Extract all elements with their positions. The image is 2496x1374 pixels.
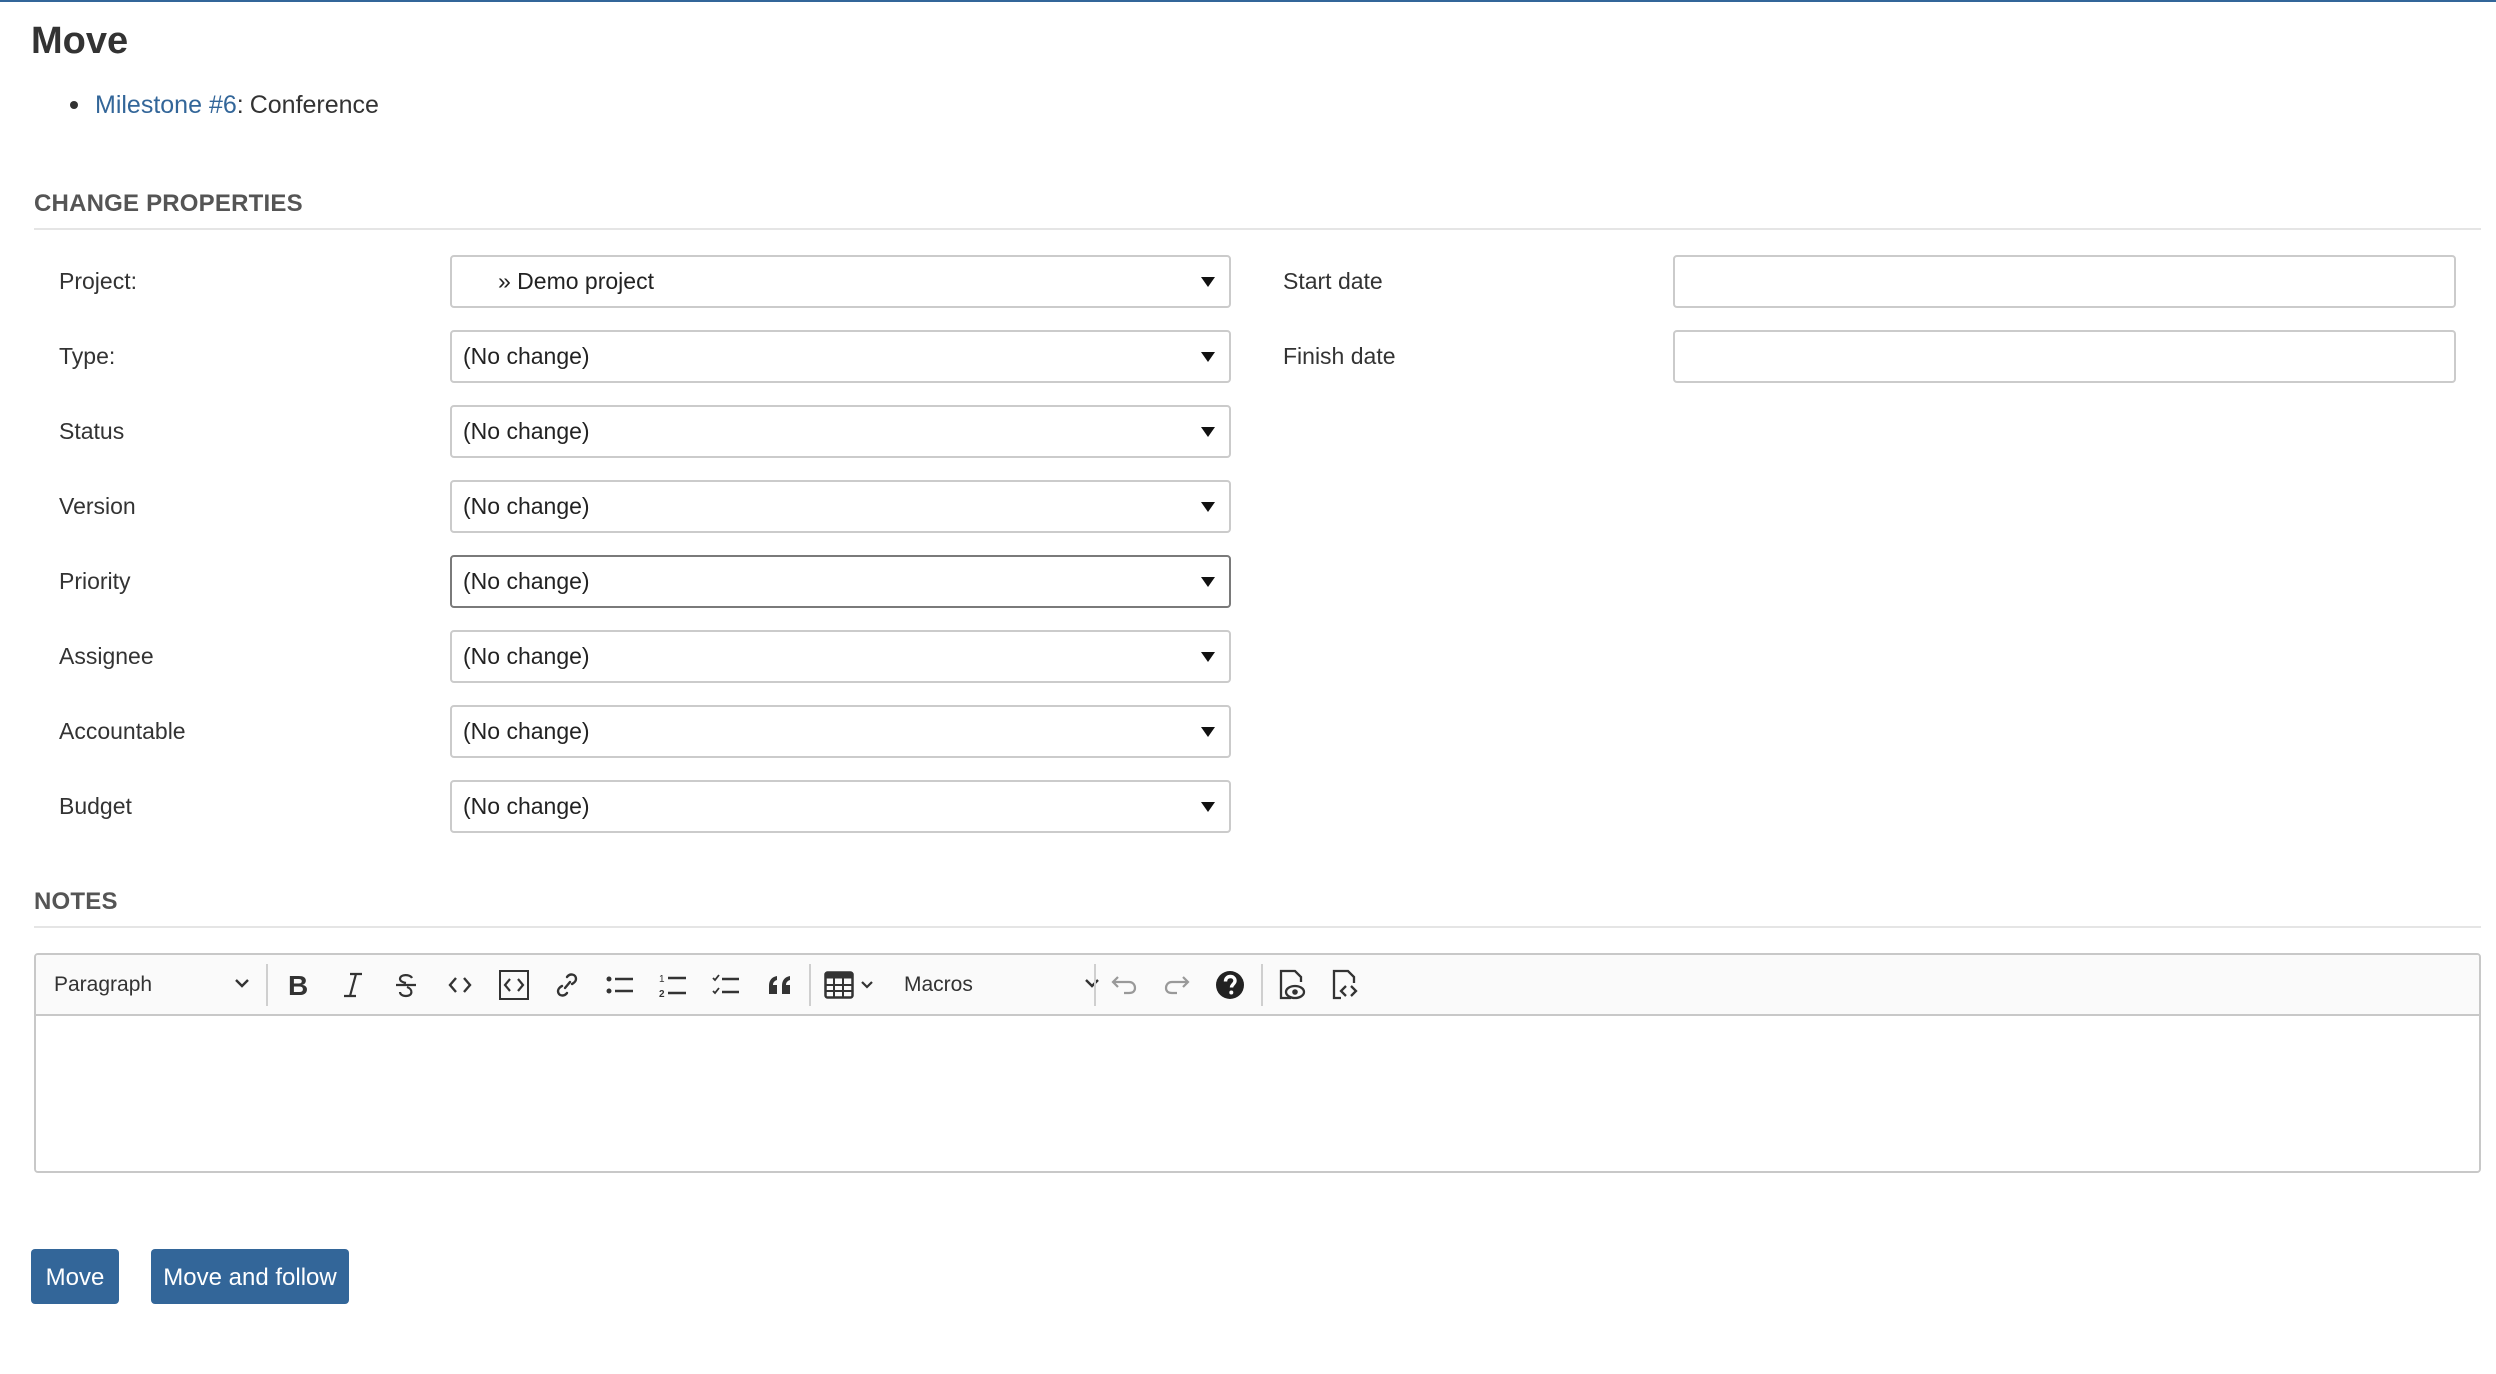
section-divider	[34, 926, 2481, 928]
version-select[interactable]: (No change)	[450, 480, 1231, 533]
bold-button[interactable]: B	[276, 955, 322, 1014]
numbered-list-icon: 12	[659, 974, 686, 998]
accountable-label: Accountable	[59, 718, 186, 744]
undo-icon	[1111, 975, 1137, 994]
macros-dropdown[interactable]: Macros	[904, 955, 1104, 1014]
accountable-select[interactable]: (No change)	[450, 705, 1231, 758]
insert-table-button[interactable]	[816, 955, 882, 1014]
notes-editor-body[interactable]	[36, 1016, 2479, 1171]
status-select-value: (No change)	[463, 418, 590, 444]
assignee-label: Assignee	[59, 643, 154, 669]
source-code-icon	[1332, 969, 1358, 999]
chevron-down-icon	[861, 980, 873, 989]
assignee-select-value: (No change)	[463, 643, 590, 669]
caret-down-icon	[1201, 352, 1215, 362]
svg-text:2: 2	[659, 989, 665, 998]
todo-list-icon	[712, 973, 739, 994]
undo-button[interactable]	[1101, 955, 1147, 1014]
toolbar-separator	[266, 964, 268, 1006]
toolbar-separator	[1094, 964, 1096, 1006]
type-select[interactable]: (No change)	[450, 330, 1231, 383]
priority-label: Priority	[59, 568, 131, 594]
macros-dropdown-label: Macros	[904, 972, 973, 996]
finish-date-label: Finish date	[1283, 343, 1396, 369]
status-label: Status	[59, 418, 125, 444]
change-properties-heading: CHANGE PROPERTIES	[34, 190, 303, 217]
toolbar-separator	[1261, 964, 1263, 1006]
priority-select-value: (No change)	[463, 568, 590, 594]
bold-icon: B	[288, 971, 308, 999]
priority-select[interactable]: (No change)	[450, 555, 1231, 608]
caret-down-icon	[1201, 802, 1215, 812]
work-package-list-item: Milestone #6 : Conference	[70, 88, 379, 122]
heading-dropdown[interactable]: Paragraph	[54, 955, 254, 1014]
project-select[interactable]: » Demo project	[450, 255, 1231, 308]
source-button[interactable]	[1322, 955, 1368, 1014]
version-label: Version	[59, 493, 136, 519]
work-package-subject: Conference	[249, 91, 379, 119]
finish-date-input[interactable]	[1673, 330, 2456, 383]
budget-select[interactable]: (No change)	[450, 780, 1231, 833]
code-block-button[interactable]	[491, 955, 537, 1014]
caret-down-icon	[1201, 727, 1215, 737]
notes-heading: NOTES	[34, 888, 118, 915]
caret-down-icon	[1201, 577, 1215, 587]
redo-button[interactable]	[1154, 955, 1200, 1014]
help-button[interactable]	[1207, 955, 1253, 1014]
bulleted-list-button[interactable]	[597, 955, 643, 1014]
preview-button[interactable]	[1269, 955, 1315, 1014]
svg-text:B: B	[288, 971, 308, 999]
strikethrough-button[interactable]	[383, 955, 429, 1014]
start-date-label: Start date	[1283, 268, 1383, 294]
caret-down-icon	[1201, 427, 1215, 437]
version-select-value: (No change)	[463, 493, 590, 519]
type-select-value: (No change)	[463, 343, 590, 369]
budget-label: Budget	[59, 793, 132, 819]
caret-down-icon	[1201, 652, 1215, 662]
status-select[interactable]: (No change)	[450, 405, 1231, 458]
toolbar-separator	[809, 964, 811, 1006]
heading-dropdown-label: Paragraph	[54, 972, 153, 996]
numbered-list-button[interactable]: 12	[650, 955, 696, 1014]
bulleted-list-icon	[606, 976, 633, 993]
notes-editor: Paragraph B 12 Macros	[34, 953, 2481, 1173]
assignee-select[interactable]: (No change)	[450, 630, 1231, 683]
editor-toolbar: Paragraph B 12 Macros	[36, 955, 2479, 1016]
move-and-follow-button[interactable]: Move and follow	[151, 1249, 349, 1304]
preview-icon	[1279, 969, 1306, 999]
blockquote-button[interactable]	[757, 955, 803, 1014]
strikethrough-icon	[396, 973, 416, 997]
chevron-down-icon	[1085, 979, 1099, 988]
caret-down-icon	[1201, 502, 1215, 512]
code-button[interactable]	[437, 955, 483, 1014]
link-button[interactable]	[544, 955, 590, 1014]
caret-down-icon	[1201, 277, 1215, 287]
project-label: Project:	[59, 268, 137, 294]
project-select-value: » Demo project	[498, 268, 654, 294]
chevron-down-icon	[235, 979, 249, 988]
page-title: Move	[31, 20, 129, 62]
type-label: Type:	[59, 343, 116, 369]
start-date-input[interactable]	[1673, 255, 2456, 308]
bullet-icon	[70, 101, 78, 109]
italic-icon	[344, 972, 362, 997]
help-icon	[1216, 970, 1244, 999]
quote-icon	[769, 975, 790, 994]
move-button[interactable]: Move	[31, 1249, 119, 1304]
code-block-icon	[499, 969, 529, 1000]
section-divider	[34, 228, 2481, 230]
redo-icon	[1164, 975, 1190, 994]
italic-button[interactable]	[330, 955, 376, 1014]
svg-text:1: 1	[659, 974, 665, 985]
work-package-link[interactable]: Milestone #6	[95, 88, 237, 122]
code-icon	[448, 976, 472, 993]
budget-select-value: (No change)	[463, 793, 590, 819]
accountable-select-value: (No change)	[463, 718, 590, 744]
work-package-separator: :	[236, 91, 244, 119]
table-icon	[824, 970, 854, 999]
link-icon	[556, 972, 578, 997]
todo-list-button[interactable]	[703, 955, 749, 1014]
